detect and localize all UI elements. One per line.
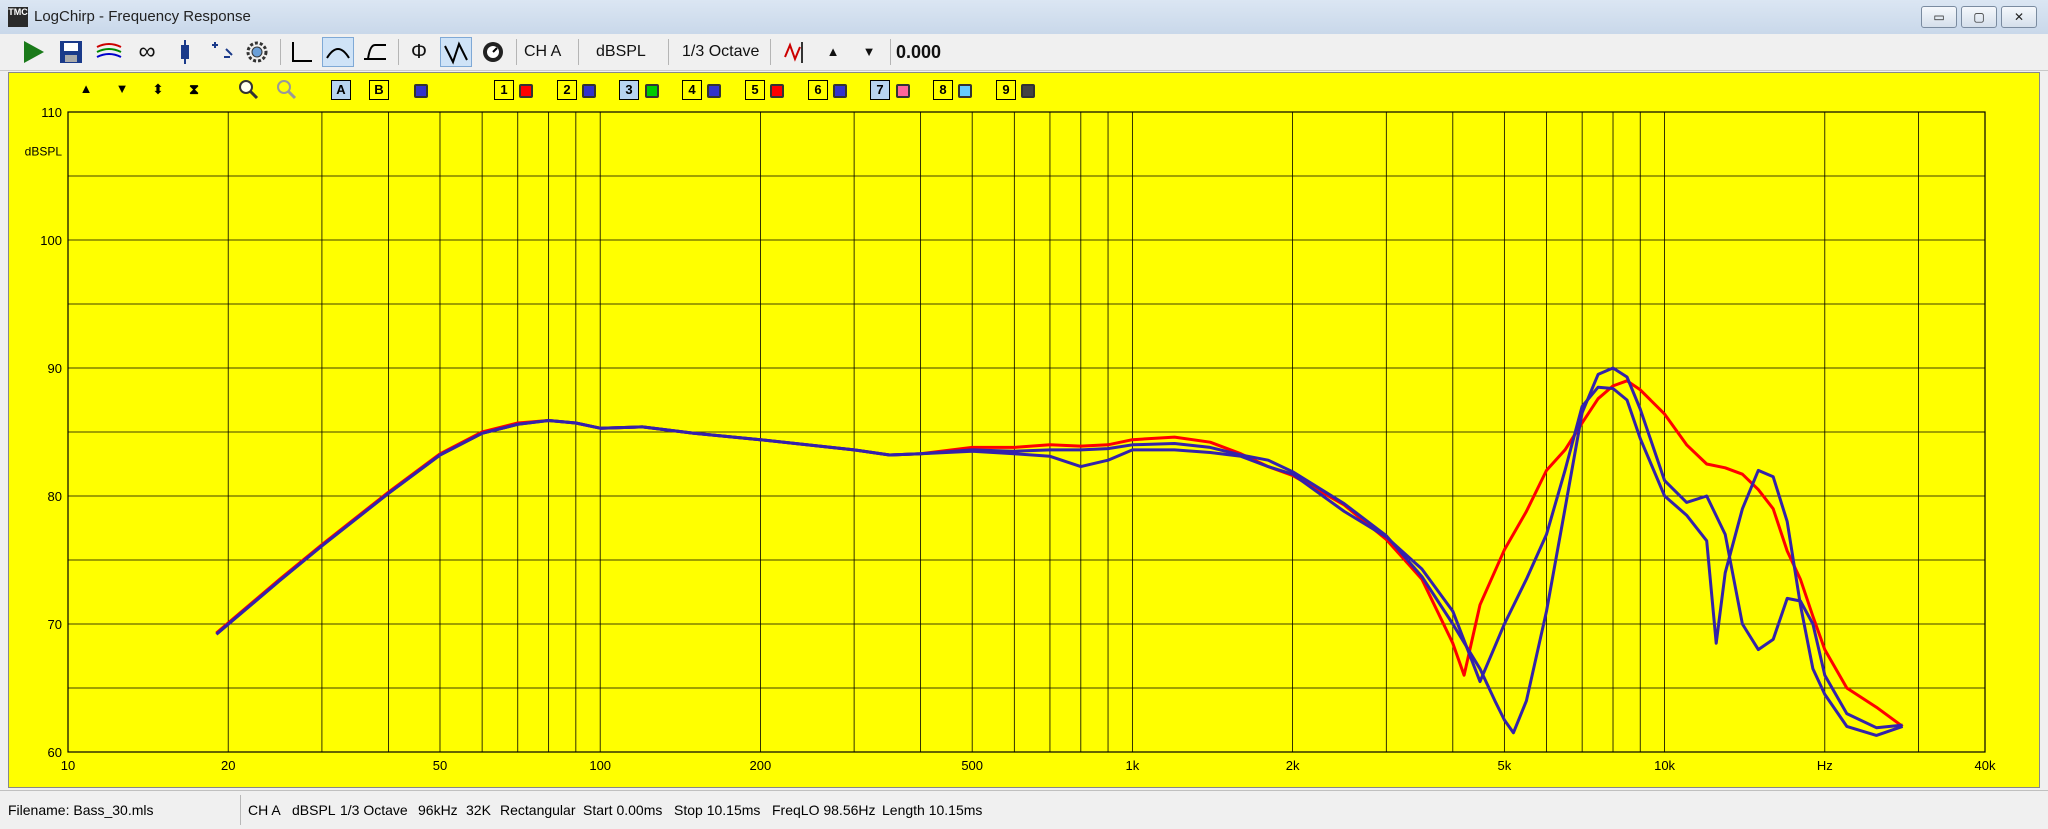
status-smoothing: 1/3 Octave: [340, 802, 408, 818]
x-tick-label: 50: [433, 758, 447, 773]
status-freqlo: FreqLO 98.56Hz: [772, 802, 876, 818]
status-window: Rectangular: [500, 802, 576, 818]
x-tick-label: 1k: [1126, 758, 1140, 773]
x-tick-label: 200: [750, 758, 772, 773]
x-tick-label: 2k: [1286, 758, 1300, 773]
x-tick-label: 10k: [1654, 758, 1675, 773]
status-channel: CH A: [248, 802, 281, 818]
x-tick-label: 10: [61, 758, 75, 773]
status-units: dBSPL: [292, 802, 336, 818]
status-stop: Stop 10.15ms: [674, 802, 761, 818]
x-tick-label: 100: [589, 758, 611, 773]
x-tick-label: 40k: [1975, 758, 1996, 773]
status-start: Start 0.00ms: [583, 802, 663, 818]
x-tick-label: 500: [961, 758, 983, 773]
y-tick-label: 80: [48, 489, 62, 504]
status-length: Length 10.15ms: [882, 802, 983, 818]
y-tick-label: 70: [48, 617, 62, 632]
status-bar: Filename: Bass_30.mls CH A dBSPL 1/3 Oct…: [0, 790, 2048, 829]
status-filename: Filename: Bass_30.mls: [8, 802, 154, 818]
status-size: 32K: [466, 802, 491, 818]
y-tick-label: 110: [41, 105, 62, 120]
y-tick-label: 100: [40, 233, 62, 248]
series-line-2: [215, 366, 1903, 735]
frequency-response-chart: 60708090100110dBSPL10 20 50 100 200 500 1k 2k 5k…: [25, 105, 1996, 773]
x-tick-label: Hz: [1817, 758, 1833, 773]
status-rate: 96kHz: [418, 802, 458, 818]
y-tick-label: 90: [48, 361, 62, 376]
x-tick-label: 5k: [1498, 758, 1512, 773]
y-axis-label: dBSPL: [25, 144, 63, 158]
x-tick-label: 20: [221, 758, 235, 773]
